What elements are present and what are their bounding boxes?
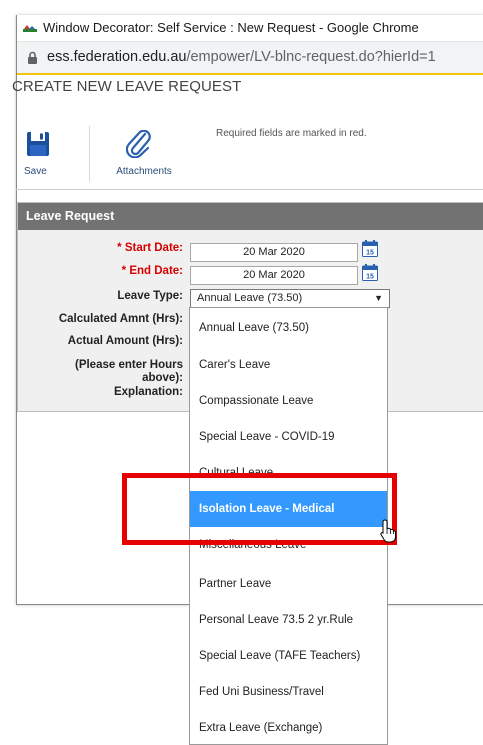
calculated-amount-label: Calculated Amnt (Hrs): [58,313,183,325]
calendar-icon[interactable]: 15 [362,240,378,257]
dropdown-option[interactable]: Personal Leave 73.5 2 yr.Rule [190,602,387,638]
end-date-label: * End Date: [121,265,183,277]
app-favicon-icon [23,25,37,32]
page-title: CREATE NEW LEAVE REQUEST [12,78,242,95]
save-button[interactable]: Save [24,128,64,182]
attachments-button[interactable]: Attachments [104,128,184,182]
leave-type-select[interactable]: Annual Leave (73.50) ▼ [190,289,390,308]
dropdown-option[interactable]: Special Leave (TAFE Teachers) [190,638,387,674]
calendar-icon[interactable]: 15 [362,264,378,281]
explanation-label: Explanation: [113,386,183,398]
dropdown-option[interactable]: Special Leave - COVID-19 [190,419,387,455]
hours-note-line1: (Please enter Hours [74,359,183,371]
address-bar[interactable]: ess.federation.edu.au/empower/LV-blnc-re… [17,42,483,75]
window-title: Window Decorator: Self Service : New Req… [43,20,419,35]
save-label: Save [24,166,47,177]
dropdown-option[interactable]: Compassionate Leave [190,383,387,419]
required-fields-note: Required fields are marked in red. [216,128,367,139]
section-header: Leave Request [18,203,483,230]
url-text[interactable]: ess.federation.edu.au/empower/LV-blnc-re… [47,49,436,65]
dropdown-option[interactable]: Annual Leave (73.50) [190,310,387,346]
svg-text:15: 15 [366,274,374,281]
highlight-annotation-box [122,473,397,545]
title-bar: Window Decorator: Self Service : New Req… [17,15,483,42]
dropdown-option[interactable]: Partner Leave [190,566,387,602]
dropdown-arrow-icon: ▼ [374,293,383,303]
header-divider [16,189,483,190]
actual-amount-label: Actual Amount (Hrs): [67,335,183,347]
hours-note-line2: above): [142,372,183,384]
start-date-input[interactable]: 20 Mar 2020 [190,243,358,262]
dropdown-option[interactable]: Extra Leave (Exchange) [190,710,387,744]
start-date-label: * Start Date: [117,242,183,254]
url-host: ess.federation.edu.au [47,49,187,65]
leave-type-value: Annual Leave (73.50) [197,292,303,304]
floppy-disk-icon [27,132,49,156]
mouse-pointer-icon [380,519,396,543]
attachments-label: Attachments [116,166,172,177]
svg-text:15: 15 [366,250,374,257]
paperclip-icon [126,130,151,158]
url-path: /empower/LV-blnc-request.do?hierId=1 [186,49,436,65]
end-date-input[interactable]: 20 Mar 2020 [190,266,358,285]
toolbar-divider [89,126,90,182]
dropdown-option[interactable]: Carer's Leave [190,347,387,383]
leave-type-label: Leave Type: [117,290,183,302]
dropdown-option[interactable]: Fed Uni Business/Travel [190,674,387,710]
lock-icon [28,51,37,64]
